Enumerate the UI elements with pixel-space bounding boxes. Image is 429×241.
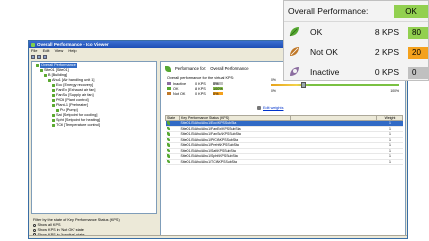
leaf-icon <box>52 89 55 92</box>
summary-kps: 0 KPS <box>195 81 206 86</box>
summary-kps: 8 KPS <box>195 86 206 91</box>
broken-leaf-icon <box>290 47 299 56</box>
performance-pane: Performance for: Overall Performance Ove… <box>160 61 406 238</box>
overlay-bar: 20 <box>408 47 428 59</box>
overlay-row-inactive: Inactive 0 KPS 0 <box>284 62 428 82</box>
leaf-icon <box>48 79 51 82</box>
blank-cell <box>290 159 377 165</box>
overlay-status-badge: OK <box>394 5 428 18</box>
summary-label: OK <box>173 86 179 91</box>
overlay-label: Not OK <box>310 47 338 57</box>
slider-handle[interactable] <box>301 82 306 88</box>
overlay-row-ok: OK 8 KPS 80 <box>284 22 428 42</box>
summary-pct: 100% <box>213 86 223 91</box>
tree-node-label: TCtl [Temperature control] <box>56 123 100 127</box>
print-icon[interactable] <box>43 55 47 59</box>
leaf-icon <box>289 27 299 37</box>
leaf-icon <box>52 94 55 97</box>
kps-cell: Site01.B\Ahu\Ahu1\TCtl\KPSSubSta <box>179 159 291 165</box>
edit-weights-link[interactable]: Edit weights <box>257 106 283 110</box>
kps-table: State Key Performance Status (KPS) Weigh… <box>165 115 403 165</box>
status-bar <box>29 235 407 238</box>
leaf-icon <box>166 126 170 130</box>
slider-label-bottom-right: 100% <box>390 89 399 93</box>
app-icon <box>31 42 35 47</box>
leaf-icon <box>166 154 170 158</box>
window-title: Overall Performance - Ico Viewer <box>37 42 109 47</box>
radio-icon[interactable] <box>33 228 36 232</box>
summary-kps: 0 KPS <box>195 91 206 96</box>
overlay-header: Overall Performance: OK <box>284 1 428 22</box>
summary-pct: 0% <box>213 91 223 96</box>
moon-leaf-icon <box>167 81 171 86</box>
slider-label-bottom-left: 0% <box>271 89 276 93</box>
summary-label: Not OK <box>173 91 186 96</box>
slider-label-top-left: 0% <box>271 78 276 82</box>
summary-pct: 0% <box>213 81 223 86</box>
heading-value: Overall Performance <box>210 66 249 71</box>
overlay-title: Overall Performance: <box>288 6 369 16</box>
weight-cell[interactable]: 1 <box>376 159 403 165</box>
leaf-icon <box>52 119 55 122</box>
leaf-icon <box>56 109 59 112</box>
overlay-bar: 0 <box>408 67 428 79</box>
performance-overlay: Overall Performance: OK OK 8 KPS 80 Not … <box>283 0 429 81</box>
menu-edit[interactable]: Edit <box>43 48 50 53</box>
leaf-icon <box>52 84 55 87</box>
leaf-icon <box>52 99 55 102</box>
scale-icon <box>257 106 261 110</box>
tree-node[interactable]: TCtl [Temperature control] <box>34 123 154 128</box>
leaf-icon <box>166 143 170 147</box>
leaf-icon <box>44 74 47 77</box>
overlay-kps: 0 KPS <box>374 67 399 77</box>
heading-prefix: Performance for: <box>175 66 207 71</box>
overlay-row-not-ok: Not OK 2 KPS 20 <box>284 42 428 62</box>
overlay-label: OK <box>310 27 323 37</box>
overlay-label: Inactive <box>310 67 340 77</box>
overlay-bar: 80 <box>408 27 428 39</box>
object-tree[interactable]: Overall Performance Site01 [Site01] B [Bui… <box>31 61 157 214</box>
leaf-icon <box>36 64 39 67</box>
summary-label: Inactive <box>173 81 187 86</box>
broken-leaf-icon <box>167 91 171 96</box>
menu-file[interactable]: File <box>31 48 37 53</box>
leaf-icon <box>40 69 43 72</box>
summary-caption: Overall performance for the virtual KPS: <box>167 76 235 80</box>
save-icon[interactable] <box>31 55 35 59</box>
overlay-kps: 2 KPS <box>374 47 399 57</box>
leaf-icon <box>166 137 170 141</box>
menu-help[interactable]: Help <box>68 48 76 53</box>
leaf-icon <box>167 86 171 91</box>
leaf-icon <box>166 121 170 125</box>
menu-view[interactable]: View <box>55 48 64 53</box>
table-row[interactable]: Site01.B\Ahu\Ahu1\TCtl\KPSSubSta 1 <box>165 159 403 165</box>
leaf-icon <box>52 104 55 107</box>
leaf-icon <box>166 159 170 163</box>
overlay-kps: 8 KPS <box>374 27 399 37</box>
moon-leaf-icon <box>290 67 299 76</box>
slider-track[interactable] <box>271 84 399 86</box>
leaf-icon <box>166 148 170 152</box>
radio-icon[interactable] <box>33 223 36 227</box>
leaf-icon <box>166 132 170 136</box>
refresh-icon[interactable] <box>37 55 41 59</box>
summary-row-not-ok: Not OK 0 KPS 0% <box>167 91 257 96</box>
leaf-icon <box>52 124 55 127</box>
state-cell <box>165 159 180 165</box>
edit-weights-label[interactable]: Edit weights <box>263 106 283 110</box>
leaf-icon <box>52 114 55 117</box>
performance-heading: Performance for: Overall Performance <box>165 64 249 73</box>
leaf-icon <box>165 65 171 72</box>
performance-summary: Overall performance for the virtual KPS:… <box>167 76 257 96</box>
